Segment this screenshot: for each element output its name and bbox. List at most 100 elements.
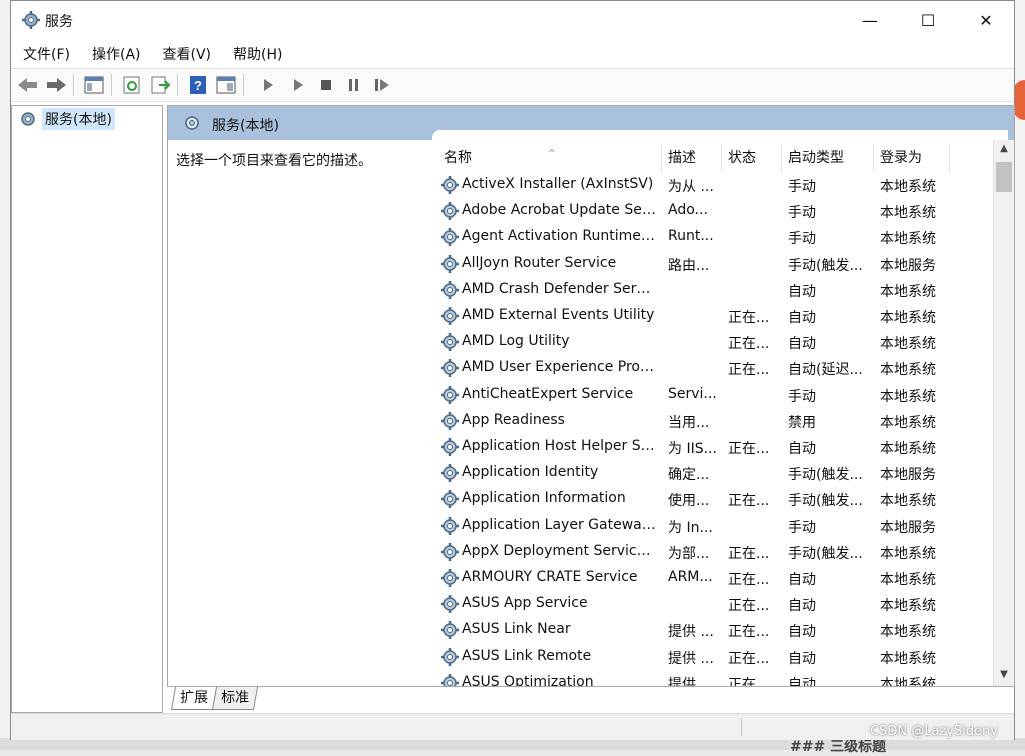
cell-logon-as: 本地系统 — [880, 441, 936, 457]
cell-status: 正在... — [728, 336, 770, 353]
refresh-icon[interactable] — [121, 74, 143, 96]
table-row[interactable]: AMD Crash Defender Servi... 自动 本地系统 — [432, 277, 992, 303]
table-row[interactable]: ARMOURY CRATE Service ARM... 正在... 自动 本地系统 — [432, 565, 992, 591]
column-header-description[interactable]: 描述 — [662, 144, 722, 172]
services-pane: 服务(本地) 选择一个项目来查看它的描述。 名称 ^ 描述 状态 启动类型 登录为… — [167, 105, 1015, 687]
cell-startup-type: 自动(延迟... — [788, 362, 863, 379]
cell-name: AMD Log Utility — [462, 333, 570, 350]
cell-logon-as: 本地系统 — [880, 231, 936, 248]
table-row[interactable]: ASUS Link Near 提供 ... 正在... 自动 本地系统 — [432, 617, 992, 643]
cell-logon-as: 本地系统 — [880, 414, 936, 431]
cell-logon-as: 本地系统 — [880, 362, 936, 379]
column-header-startup-type[interactable]: 启动类型 — [782, 144, 874, 172]
help-icon[interactable]: ? — [187, 74, 209, 96]
menu-file[interactable]: 文件(F) — [11, 41, 80, 67]
cell-startup-type: 手动 — [788, 231, 816, 248]
cell-description: 为 IIS... — [668, 441, 717, 457]
service-gear-icon — [441, 516, 459, 535]
cell-startup-type: 自动 — [788, 310, 816, 326]
table-row[interactable]: Application Host Helper Se... 为 IIS... 正在.… — [432, 434, 992, 460]
column-header-name[interactable]: 名称 ^ — [438, 144, 662, 172]
cell-name: ActiveX Installer (AxInstSV) — [462, 176, 654, 192]
service-gear-icon — [441, 621, 459, 640]
cell-logon-as: 本地服务 — [880, 519, 936, 536]
start-service-alt-icon[interactable] — [287, 74, 309, 96]
properties-icon[interactable] — [215, 74, 237, 96]
table-row[interactable]: ASUS Optimization 提供... 正在... 自动 本地系统 — [432, 670, 992, 687]
toolbar-separator — [243, 74, 244, 96]
list-header: 名称 ^ 描述 状态 启动类型 登录为 — [432, 144, 1008, 172]
restart-service-icon[interactable] — [371, 74, 393, 96]
table-row[interactable]: ASUS App Service 正在... 自动 本地系统 — [432, 591, 992, 617]
cell-name: AllJoyn Router Service — [462, 254, 617, 271]
table-row[interactable]: AppX Deployment Service ... 为部... 正在... 手动(… — [432, 539, 992, 565]
start-service-icon[interactable] — [257, 74, 279, 96]
menu-view[interactable]: 查看(V) — [151, 41, 222, 67]
cell-description: Ado... — [668, 202, 708, 219]
scroll-thumb[interactable] — [996, 162, 1012, 192]
show-hide-tree-icon[interactable] — [83, 74, 105, 96]
table-row[interactable]: AMD External Events Utility 正在... 自动 本地系统 — [432, 303, 992, 329]
title-bar[interactable]: 服务 — ☐ ✕ — [11, 1, 1014, 39]
cell-status: 正在... — [728, 676, 770, 687]
scroll-up-icon[interactable]: ▲ — [994, 140, 1014, 158]
scroll-down-icon[interactable]: ▼ — [994, 666, 1014, 684]
toolbar: ? — [11, 68, 1014, 102]
service-gear-icon — [441, 464, 459, 483]
service-gear-icon — [441, 411, 459, 430]
forward-arrow-icon[interactable] — [45, 74, 67, 96]
cell-logon-as: 本地系统 — [880, 493, 936, 510]
export-list-icon[interactable] — [149, 74, 171, 96]
cell-startup-type: 自动 — [788, 650, 816, 667]
cell-description: 提供 ... — [668, 650, 714, 667]
cell-name: ARMOURY CRATE Service — [462, 569, 638, 585]
column-header-logon-as[interactable]: 登录为 — [874, 144, 950, 172]
table-row[interactable]: AMD User Experience Prog... 正在... 自动(延迟...… — [432, 355, 992, 381]
maximize-button[interactable]: ☐ — [899, 1, 957, 39]
column-header-status[interactable]: 状态 — [722, 144, 782, 172]
service-gear-icon — [441, 385, 459, 404]
cell-name: ASUS App Service — [462, 595, 588, 612]
tab-label: 标准 — [221, 690, 250, 706]
vertical-scrollbar[interactable]: ▲ ▼ — [993, 140, 1014, 686]
tab-standard[interactable]: 标准 — [211, 687, 259, 710]
pane-header-title: 服务(本地) — [212, 118, 279, 134]
table-row[interactable]: App Readiness 当用... 禁用 本地系统 — [432, 408, 992, 434]
menu-bar: 文件(F) 操作(A) 查看(V) 帮助(H) — [11, 41, 1014, 67]
tree-item-services-local[interactable]: 服务(本地) — [18, 108, 115, 130]
table-row[interactable]: AllJoyn Router Service 路由... 手动(触发... 本地服务 — [432, 251, 992, 277]
table-row[interactable]: Application Information 使用... 正在... 手动(触发..… — [432, 486, 992, 512]
table-row[interactable]: AMD Log Utility 正在... 自动 本地系统 — [432, 329, 992, 355]
menu-help[interactable]: 帮助(H) — [221, 41, 292, 67]
close-button[interactable]: ✕ — [957, 1, 1015, 39]
cell-name: Application Layer Gateway ... — [462, 516, 658, 533]
cell-startup-type: 手动 — [788, 519, 816, 536]
tab-extended[interactable]: 扩展 — [170, 687, 218, 710]
cell-name: AMD External Events Utility — [462, 307, 655, 323]
service-gear-icon — [441, 333, 459, 352]
table-row[interactable]: Adobe Acrobat Update Ser... Ado... 手动 本地系统 — [432, 198, 992, 224]
table-row[interactable]: ASUS Link Remote 提供 ... 正在... 自动 本地系统 — [432, 644, 992, 670]
service-gear-icon — [441, 202, 459, 221]
service-gear-icon — [441, 595, 459, 614]
cell-startup-type: 自动 — [788, 336, 816, 353]
minimize-button[interactable]: — — [841, 1, 899, 39]
cell-name: AppX Deployment Service ... — [462, 542, 658, 559]
cell-description: 为从 ... — [668, 179, 714, 195]
cell-startup-type: 手动(触发... — [788, 545, 863, 562]
cell-description: 路由... — [668, 257, 710, 274]
table-row[interactable]: AntiCheatExpert Service Servi... 手动 本地系统 — [432, 382, 992, 408]
menu-action[interactable]: 操作(A) — [80, 41, 151, 67]
table-row[interactable]: Application Layer Gateway ... 为 In... 手动 本地… — [432, 513, 992, 539]
table-row[interactable]: ActiveX Installer (AxInstSV) 为从 ... 手动 本地系统 — [432, 172, 992, 198]
pause-service-icon[interactable] — [343, 74, 365, 96]
service-gear-icon — [441, 647, 459, 666]
cell-name: Agent Activation Runtime_... — [462, 228, 658, 245]
column-header-label: 名称 — [444, 150, 472, 166]
back-arrow-icon[interactable] — [17, 74, 39, 96]
table-row[interactable]: Application Identity 确定... 手动(触发... 本地服务 — [432, 460, 992, 486]
cell-name: App Readiness — [462, 411, 565, 428]
service-gear-icon — [441, 542, 459, 561]
table-row[interactable]: Agent Activation Runtime_... Runt... 手动 本地系… — [432, 224, 992, 250]
stop-service-icon[interactable] — [315, 74, 337, 96]
